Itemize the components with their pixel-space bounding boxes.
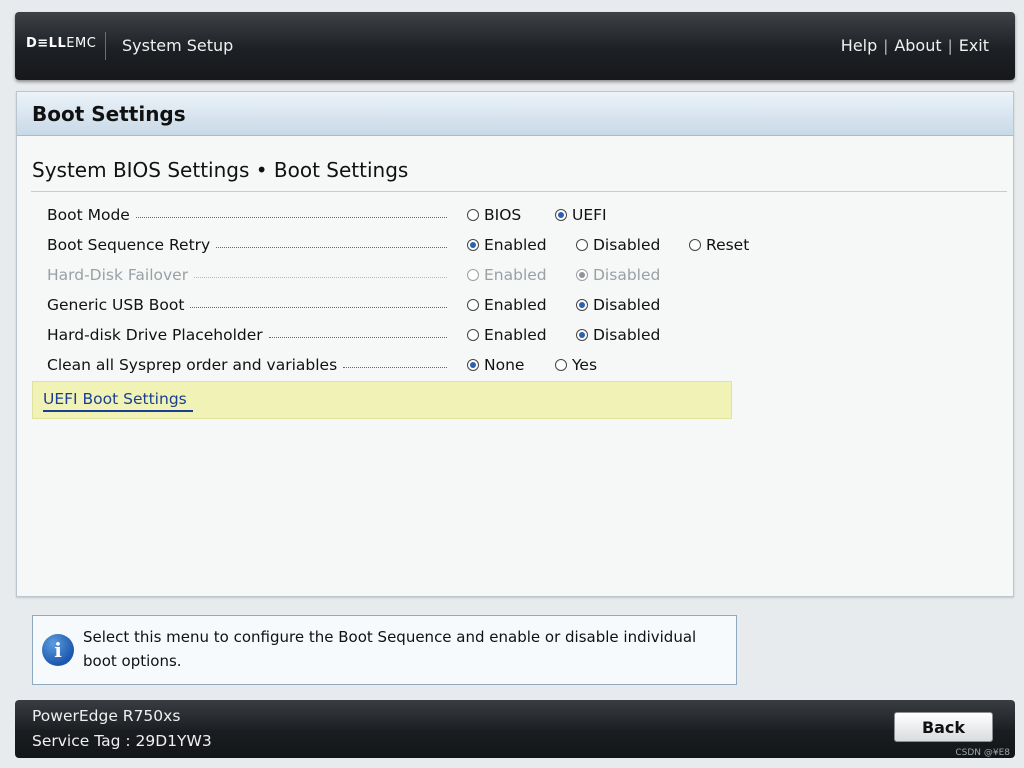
link-separator: | <box>947 36 953 55</box>
option-label: Enabled <box>484 296 547 314</box>
system-model: PowerEdge R750xs <box>32 707 181 725</box>
dell-emc-logo: D≡LLEMC <box>26 36 96 51</box>
setting-label-text: Hard-disk Drive Placeholder <box>47 326 263 344</box>
help-text: Select this menu to configure the Boot S… <box>83 628 697 670</box>
exit-link[interactable]: Exit <box>959 36 989 55</box>
leader-dots <box>194 276 447 278</box>
boot-mode-uefi-radio[interactable]: UEFI <box>555 206 607 224</box>
failover-disabled-radio: Disabled <box>576 266 660 284</box>
option-label: Disabled <box>593 236 661 254</box>
setting-label: Boot Sequence Retry <box>47 236 447 254</box>
settings-list: Boot Mode BIOS UEFI Boot Sequence Retry … <box>47 200 997 380</box>
watermark: CSDN @¥E8 <box>955 748 1010 758</box>
setting-row-boot-sequence-retry: Boot Sequence Retry Enabled Disabled Res… <box>47 230 997 260</box>
panel-title-bar: Boot Settings <box>17 92 1013 136</box>
usb-boot-enabled-radio[interactable]: Enabled <box>467 296 547 314</box>
radio-icon <box>689 239 701 251</box>
option-label: BIOS <box>484 206 522 224</box>
option-label: Enabled <box>484 266 547 284</box>
setting-label-text: Hard-Disk Failover <box>47 266 189 284</box>
help-info-box: i Select this menu to configure the Boot… <box>32 615 737 685</box>
hdd-placeholder-disabled-radio[interactable]: Disabled <box>576 326 660 344</box>
setting-row-clean-sysprep: Clean all Sysprep order and variables No… <box>47 350 997 380</box>
leader-dots <box>268 336 447 338</box>
radio-selected-icon <box>576 329 588 341</box>
sysprep-yes-radio[interactable]: Yes <box>555 356 597 374</box>
help-link[interactable]: Help <box>841 36 877 55</box>
usb-boot-disabled-radio[interactable]: Disabled <box>576 296 660 314</box>
option-label: None <box>484 356 525 374</box>
sysprep-none-radio[interactable]: None <box>467 356 524 374</box>
failover-enabled-radio: Enabled <box>467 266 547 284</box>
logo-dell-text: D≡LL <box>26 36 67 51</box>
radio-selected-icon <box>467 359 479 371</box>
setting-label-text: Generic USB Boot <box>47 296 185 314</box>
footer-bar: PowerEdge R750xs Service Tag : 29D1YW3 B… <box>15 700 1015 758</box>
setting-label: Clean all Sysprep order and variables <box>47 356 447 374</box>
option-label: Reset <box>706 236 750 254</box>
setting-row-hard-disk-failover: Hard-Disk Failover Enabled Disabled <box>47 260 997 290</box>
header-bar: D≡LLEMC System Setup Help | About | Exit <box>15 12 1015 80</box>
setting-row-generic-usb-boot: Generic USB Boot Enabled Disabled <box>47 290 997 320</box>
header-divider <box>105 32 106 60</box>
radio-icon <box>467 269 479 281</box>
boot-settings-panel: Boot Settings System BIOS Settings • Boo… <box>16 91 1014 597</box>
setting-label-text: Boot Sequence Retry <box>47 236 211 254</box>
leader-dots <box>190 306 447 308</box>
radio-selected-icon <box>467 239 479 251</box>
setting-label: Generic USB Boot <box>47 296 447 314</box>
option-label: Disabled <box>593 296 661 314</box>
option-label: Yes <box>572 356 598 374</box>
radio-icon <box>467 209 479 221</box>
setting-label-text: Clean all Sysprep order and variables <box>47 356 338 374</box>
about-link[interactable]: About <box>894 36 941 55</box>
setting-row-hdd-placeholder: Hard-disk Drive Placeholder Enabled Disa… <box>47 320 997 350</box>
uefi-boot-settings-link[interactable]: UEFI Boot Settings <box>43 390 193 412</box>
option-label: Enabled <box>484 326 547 344</box>
radio-icon <box>576 239 588 251</box>
breadcrumb-divider <box>31 191 1007 192</box>
setting-label: Hard-Disk Failover <box>47 266 447 284</box>
option-label: Disabled <box>593 266 661 284</box>
app-title: System Setup <box>122 36 234 55</box>
boot-retry-disabled-radio[interactable]: Disabled <box>576 236 660 254</box>
hdd-placeholder-enabled-radio[interactable]: Enabled <box>467 326 547 344</box>
back-button[interactable]: Back <box>894 712 993 742</box>
boot-retry-reset-radio[interactable]: Reset <box>689 236 749 254</box>
radio-selected-icon <box>576 269 588 281</box>
radio-icon <box>555 359 567 371</box>
breadcrumb: System BIOS Settings • Boot Settings <box>32 158 409 182</box>
radio-icon <box>467 299 479 311</box>
setting-label: Boot Mode <box>47 206 447 224</box>
radio-selected-icon <box>555 209 567 221</box>
option-label: UEFI <box>572 206 607 224</box>
setting-label-text: Boot Mode <box>47 206 130 224</box>
setting-row-boot-mode: Boot Mode BIOS UEFI <box>47 200 997 230</box>
link-separator: | <box>883 36 889 55</box>
leader-dots <box>135 216 447 218</box>
boot-retry-enabled-radio[interactable]: Enabled <box>467 236 547 254</box>
page-title: Boot Settings <box>32 101 186 126</box>
radio-selected-icon <box>576 299 588 311</box>
logo-emc-text: EMC <box>66 36 97 51</box>
info-icon: i <box>42 634 74 666</box>
uefi-boot-settings-menu[interactable]: UEFI Boot Settings <box>32 381 732 419</box>
setting-label: Hard-disk Drive Placeholder <box>47 326 447 344</box>
option-label: Disabled <box>593 326 661 344</box>
service-tag: Service Tag : 29D1YW3 <box>32 732 212 750</box>
boot-mode-bios-radio[interactable]: BIOS <box>467 206 521 224</box>
leader-dots <box>216 246 447 248</box>
leader-dots <box>343 366 447 368</box>
header-links: Help | About | Exit <box>841 36 989 55</box>
option-label: Enabled <box>484 236 547 254</box>
radio-icon <box>467 329 479 341</box>
